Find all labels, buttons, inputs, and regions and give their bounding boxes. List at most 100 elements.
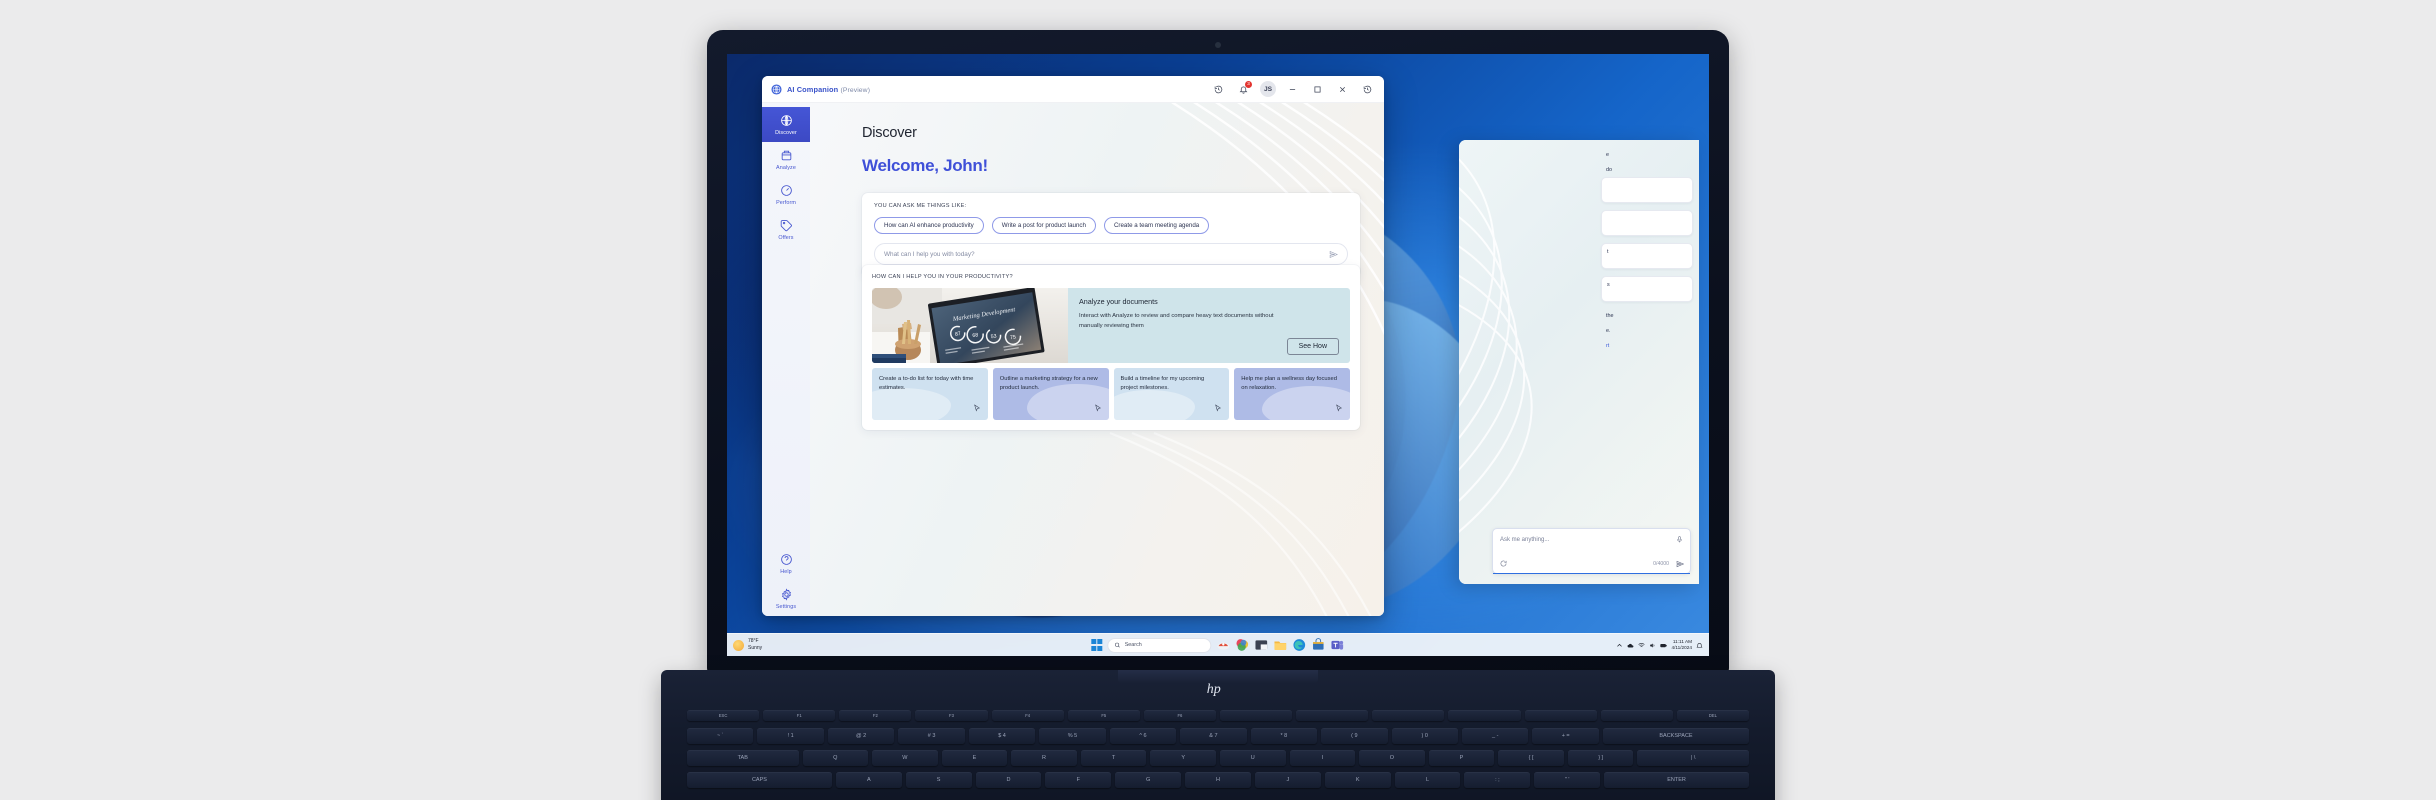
wifi-icon[interactable] [1638,642,1646,649]
ai-companion-window[interactable]: AI Companion (Preview) 3 JS Discover Ana… [762,76,1384,616]
key-minus[interactable]: _ - [1461,728,1529,744]
key-e[interactable]: E [941,750,1008,766]
key-p[interactable]: P [1428,750,1495,766]
background-compose-box[interactable]: Ask me anything... 0/4000 [1492,528,1691,574]
suggestion-chip[interactable]: How can AI enhance productivity [874,217,984,234]
suggestion-tile[interactable]: Outline a marketing strategy for a new p… [992,368,1109,420]
key-backspace[interactable]: BACKSPACE [1602,728,1750,744]
file-explorer-icon[interactable] [1274,638,1288,652]
notifications-button[interactable]: 3 [1231,77,1256,101]
key-f8[interactable] [1296,710,1369,721]
onedrive-icon[interactable] [1627,642,1634,649]
notification-bell-icon[interactable] [1696,642,1703,649]
key-d[interactable]: D [975,772,1042,788]
weather-widget[interactable]: 78°F Sunny [733,638,762,652]
key-o[interactable]: O [1359,750,1425,766]
windows-start-icon[interactable] [1091,639,1103,651]
key-f4[interactable]: F4 [991,710,1064,721]
sidebar-item-settings[interactable]: Settings [762,581,810,616]
key-bracket-right[interactable]: } ] [1567,750,1634,766]
sidebar-item-offers[interactable]: Offers [762,212,810,247]
close-button[interactable] [1330,77,1355,101]
bg-card[interactable]: t [1601,243,1693,270]
copilot-icon[interactable] [1217,638,1231,652]
taskbar-clock[interactable]: 11:11 AM 4/11/2024 [1671,639,1692,651]
key-w[interactable]: W [872,750,938,766]
key-0[interactable]: ) 0 [1391,728,1458,744]
teams-icon[interactable] [1331,638,1345,652]
suggestion-tile[interactable]: Build a timeline for my upcoming project… [1113,368,1230,420]
maximize-button[interactable] [1305,77,1330,101]
key-equals[interactable]: + = [1532,728,1599,744]
key-i[interactable]: I [1289,750,1356,766]
avatar[interactable]: JS [1260,81,1276,97]
suggestion-tile[interactable]: Help me plan a wellness day focused on r… [1234,368,1350,420]
send-button[interactable] [1329,250,1338,259]
key-f6[interactable]: F6 [1143,710,1216,721]
key-7[interactable]: & 7 [1180,728,1247,744]
key-f12[interactable] [1600,710,1673,721]
secondary-history-button[interactable] [1355,77,1380,101]
key-2[interactable]: @ 2 [827,728,895,744]
key-backslash[interactable]: | \ [1637,750,1749,766]
task-view-icon[interactable] [1255,638,1269,652]
history-button[interactable] [1206,77,1231,101]
taskbar-search[interactable]: Search [1107,637,1212,653]
battery-icon[interactable] [1660,642,1668,649]
key-esc[interactable]: ESC [687,710,760,721]
key-a[interactable]: A [835,772,902,788]
sidebar-item-discover[interactable]: Discover [762,107,810,142]
volume-icon[interactable] [1649,642,1656,649]
key-h[interactable]: H [1185,772,1251,788]
key-4[interactable]: $ 4 [968,728,1036,744]
bg-card[interactable] [1601,210,1693,237]
key-9[interactable]: ( 9 [1321,728,1388,744]
key-bracket-left[interactable]: { [ [1498,750,1564,766]
key-f11[interactable] [1524,710,1597,721]
refresh-icon[interactable] [1500,560,1507,567]
key-k[interactable]: K [1324,772,1391,788]
key-3[interactable]: # 3 [898,728,965,744]
key-enter[interactable]: ENTER [1604,772,1749,788]
key-5[interactable]: % 5 [1039,728,1106,744]
key-f3[interactable]: F3 [915,710,988,721]
edge-browser-icon[interactable] [1293,638,1307,652]
key-quote[interactable]: " ' [1534,772,1601,788]
background-app-window[interactable]: e do t s the e. rt Ask me anything... 0/… [1459,140,1699,584]
microphone-icon[interactable] [1676,536,1683,543]
see-how-button[interactable]: See How [1286,338,1339,355]
microsoft-store-icon[interactable] [1312,638,1326,652]
key-f5[interactable]: F5 [1067,710,1140,721]
key-y[interactable]: Y [1150,750,1216,766]
key-8[interactable]: * 8 [1250,728,1318,744]
widgets-icon[interactable] [1236,638,1250,652]
suggestion-chip[interactable]: Create a team meeting agenda [1103,217,1210,234]
bg-fragment-link[interactable]: rt [1601,339,1693,354]
suggestion-chip[interactable]: Write a post for product launch [991,217,1096,234]
key-f7[interactable] [1219,710,1293,721]
key-f[interactable]: F [1045,772,1112,788]
chevron-up-icon[interactable] [1616,642,1623,649]
key-r[interactable]: R [1011,750,1077,766]
key-t[interactable]: T [1080,750,1147,766]
key-6[interactable]: ^ 6 [1109,728,1177,744]
key-f9[interactable] [1372,710,1445,721]
key-tab[interactable]: TAB [687,750,799,766]
sidebar-item-perform[interactable]: Perform [762,177,810,212]
key-l[interactable]: L [1394,772,1461,788]
key-q[interactable]: Q [802,750,869,766]
prompt-input[interactable]: What can I help you with today? [874,243,1348,265]
key-semicolon[interactable]: : ; [1464,772,1531,788]
key-j[interactable]: J [1254,772,1321,788]
key-g[interactable]: G [1115,772,1182,788]
sidebar-item-help[interactable]: Help [762,546,810,581]
suggestion-tile[interactable]: Create a to-do list for today with time … [872,368,988,420]
key-u[interactable]: U [1219,750,1286,766]
key-capslock[interactable]: CAPS [687,772,832,788]
key-1[interactable]: ! 1 [757,728,824,744]
hero-card[interactable]: Marketing Development 87 68 53 75 Analyz… [872,288,1350,363]
key-delete[interactable]: DEL [1676,710,1749,721]
bg-card[interactable]: s [1601,276,1693,303]
key-f1[interactable]: F1 [763,710,836,721]
sidebar-item-analyze[interactable]: Analyze [762,142,810,177]
